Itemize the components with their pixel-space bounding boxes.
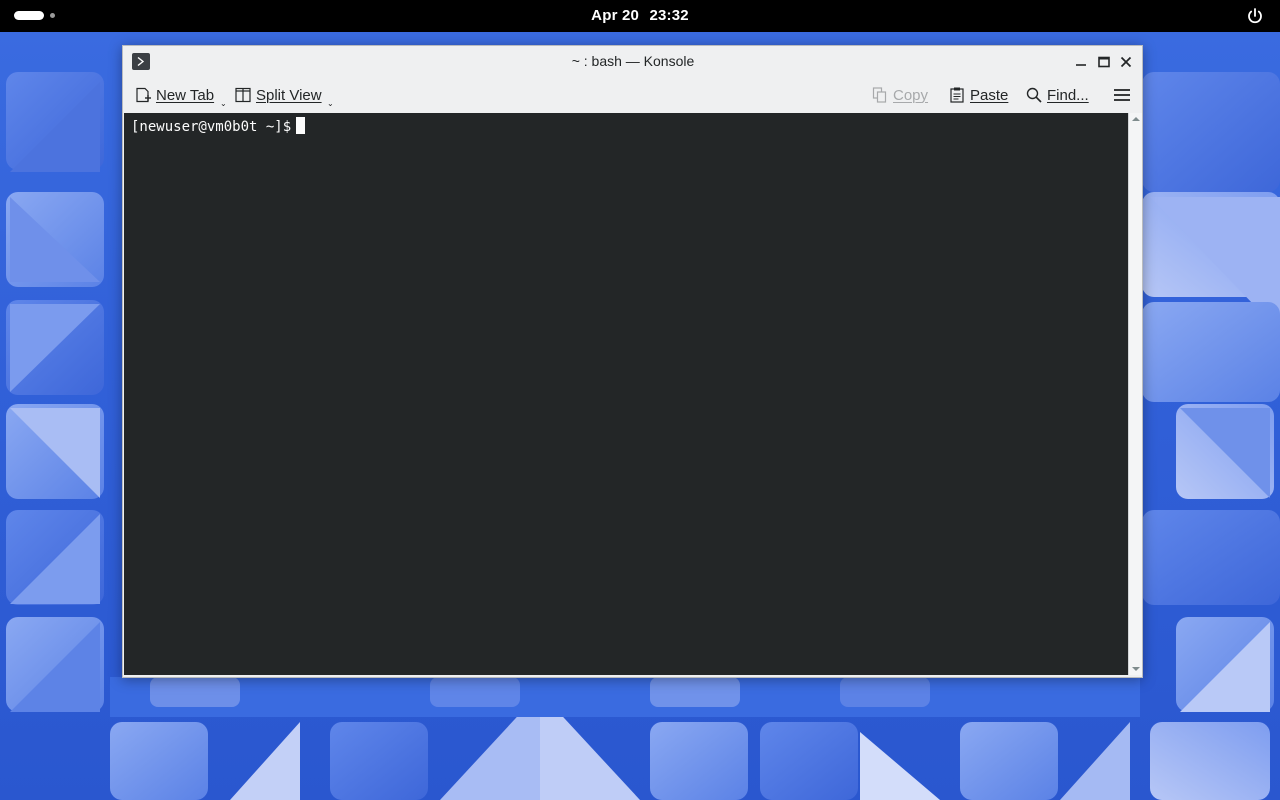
minimize-icon (1076, 64, 1086, 66)
copy-label: Copy (893, 86, 929, 104)
konsole-toolbar: New Tab ⌄ Split View ⌄ Copy Paste Find..… (123, 77, 1142, 113)
new-tab-label: New Tab (156, 86, 215, 104)
hamburger-menu-icon (1114, 89, 1130, 101)
window-title: ~ : bash — Konsole (571, 53, 695, 69)
clock[interactable]: Apr 20 23:32 (540, 0, 740, 32)
paste-icon (948, 86, 966, 104)
terminal-scrollbar[interactable] (1128, 113, 1142, 675)
search-icon (1025, 86, 1043, 104)
new-tab-button[interactable]: New Tab (134, 83, 214, 107)
split-view-icon (234, 86, 252, 104)
clock-date: Apr 20 (591, 7, 640, 24)
terminal-view[interactable]: [newuser@vm0b0t ~]$ (124, 113, 1128, 675)
hamburger-menu-button[interactable] (1112, 85, 1132, 105)
clock-time: 23:32 (649, 7, 689, 24)
paste-label: Paste (970, 86, 1009, 104)
terminal-prompt-line: [newuser@vm0b0t ~]$ (131, 117, 306, 135)
minimize-button[interactable] (1074, 54, 1088, 68)
terminal-cursor (296, 117, 306, 134)
terminal-prompt: [newuser@vm0b0t ~]$ (131, 119, 292, 135)
find-button[interactable]: Find... (1025, 83, 1089, 107)
maximize-button[interactable] (1097, 54, 1111, 68)
split-view-label: Split View (256, 86, 322, 104)
copy-button[interactable]: Copy (871, 83, 928, 107)
split-view-button[interactable]: Split View (234, 83, 322, 107)
top-bar: Apr 20 23:32 (0, 0, 1280, 32)
activities-button[interactable] (14, 11, 64, 21)
new-tab-icon (134, 86, 152, 104)
close-icon (1120, 56, 1132, 68)
copy-icon (871, 86, 889, 104)
scroll-up-icon[interactable] (1132, 116, 1140, 122)
window-titlebar[interactable]: ~ : bash — Konsole (123, 46, 1142, 77)
close-button[interactable] (1119, 54, 1133, 68)
konsole-window: ~ : bash — Konsole New Tab ⌄ Split View … (122, 45, 1143, 678)
terminal-icon[interactable] (132, 53, 150, 70)
find-label: Find... (1047, 86, 1089, 104)
paste-button[interactable]: Paste (948, 83, 1008, 107)
new-tab-dropdown-icon[interactable]: ⌄ (220, 100, 227, 108)
maximize-icon (1098, 56, 1110, 68)
workspace-dot-icon (50, 13, 55, 18)
activities-pill-icon (14, 11, 44, 20)
scroll-down-icon[interactable] (1132, 666, 1140, 672)
power-icon[interactable] (1246, 7, 1264, 25)
split-view-dropdown-icon[interactable]: ⌄ (327, 100, 334, 108)
